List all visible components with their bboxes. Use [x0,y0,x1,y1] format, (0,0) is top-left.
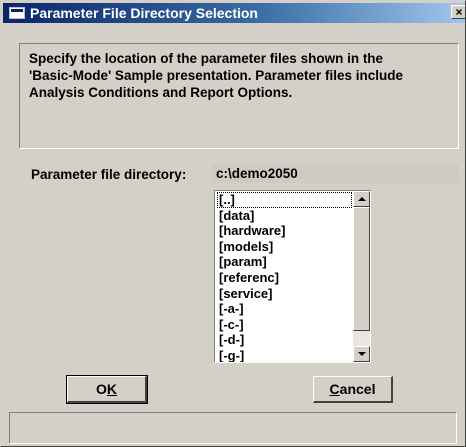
directory-label: Parameter file directory: [31,167,187,182]
vertical-scrollbar[interactable] [353,191,370,362]
window-title: Parameter File Directory Selection [30,5,258,21]
status-bar [9,412,457,444]
list-item[interactable]: [..] [217,192,352,208]
title-bar: Parameter File Directory Selection × [3,3,465,23]
cancel-mnemonic: C [329,381,340,397]
scrollbar-thumb[interactable] [353,207,370,331]
dialog-window: Parameter File Directory Selection × Spe… [0,0,466,447]
list-item[interactable]: [-c-] [217,317,352,333]
list-item[interactable]: [-d-] [217,332,352,348]
cancel-label-rest: ancel [339,381,376,397]
arrow-down-icon[interactable] [353,346,370,362]
list-item[interactable]: [data] [217,208,352,224]
window-icon [9,7,25,19]
list-item[interactable]: [service] [217,286,352,302]
arrow-up-icon[interactable] [353,191,370,207]
ok-mnemonic: K [106,381,117,397]
directory-value: c:\demo2050 [212,164,459,183]
list-item[interactable]: [hardware] [217,223,352,239]
list-item[interactable]: [-a-] [217,301,352,317]
list-item[interactable]: [param] [217,254,352,270]
cancel-button[interactable]: Cancel [313,376,393,403]
list-item[interactable]: [-g-] [217,348,352,362]
directory-list: [..] [data] [hardware] [models] [param] [refe… [217,192,352,362]
directory-listbox[interactable]: [..] [data] [hardware] [models] [param] [refe… [214,190,371,363]
ok-button[interactable]: OK [66,375,148,404]
description-text: Specify the location of the parameter fi… [19,43,459,149]
close-icon[interactable]: × [451,5,465,19]
list-item[interactable]: [referenc] [217,270,352,286]
list-item[interactable]: [models] [217,239,352,255]
ok-label: O [95,381,107,397]
